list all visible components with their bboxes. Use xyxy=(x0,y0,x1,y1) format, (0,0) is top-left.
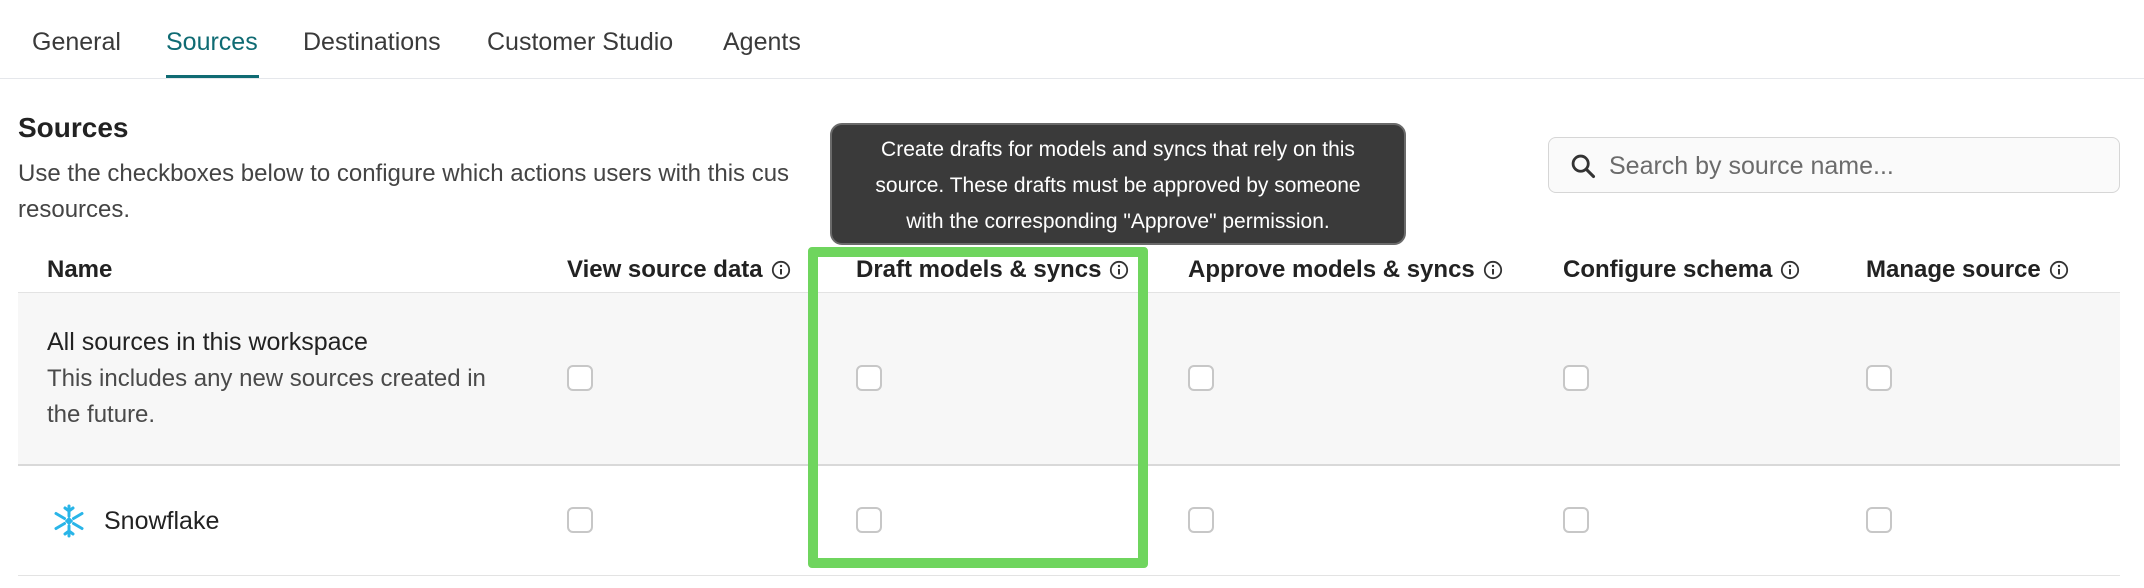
checkbox-configure-schema[interactable] xyxy=(1563,507,1589,533)
column-header-manage-source: Manage source xyxy=(1866,256,2069,284)
section-description: Use the checkboxes below to configure wh… xyxy=(18,156,838,228)
column-header-label: Name xyxy=(47,256,113,283)
tab-agents[interactable]: Agents xyxy=(723,28,801,57)
tooltip-line1: Create drafts for models and syncs that … xyxy=(881,138,1355,161)
checkbox-view-source-data[interactable] xyxy=(567,507,593,533)
active-tab-indicator xyxy=(166,75,259,78)
source-search[interactable] xyxy=(1548,137,2120,193)
column-header-label: Manage source xyxy=(1866,256,2041,283)
snowflake-icon xyxy=(54,504,84,538)
checkbox-approve-models-syncs[interactable] xyxy=(1188,507,1214,533)
table-header: Name View source data Draft models & syn… xyxy=(18,250,2120,293)
checkbox-manage-source[interactable] xyxy=(1866,365,1892,391)
column-header-name: Name xyxy=(47,256,112,284)
checkbox-manage-source[interactable] xyxy=(1866,507,1892,533)
section-description-line1: Use the checkboxes below to configure wh… xyxy=(18,160,790,187)
section-description-line2: resources. xyxy=(18,196,131,223)
row-subtitle: This includes any new sources created in… xyxy=(47,365,486,428)
checkbox-approve-models-syncs[interactable] xyxy=(1188,365,1214,391)
tooltip-line2: source. These drafts must be approved by… xyxy=(875,174,1361,197)
tab-customer-studio[interactable]: Customer Studio xyxy=(487,28,673,57)
tab-bar: General Sources Destinations Customer St… xyxy=(0,0,2144,79)
section-title: Sources xyxy=(18,112,129,143)
checkbox-draft-models-syncs[interactable] xyxy=(856,365,882,391)
column-header-view-source-data: View source data xyxy=(567,256,791,284)
info-icon[interactable] xyxy=(771,260,791,280)
tab-destinations[interactable]: Destinations xyxy=(303,28,441,57)
checkbox-configure-schema[interactable] xyxy=(1563,365,1589,391)
info-icon[interactable] xyxy=(1483,260,1503,280)
info-icon[interactable] xyxy=(1109,260,1129,280)
table-row: Snowflake xyxy=(18,466,2120,576)
row-title: Snowflake xyxy=(104,507,220,535)
tooltip-line3: with the corresponding "Approve" permiss… xyxy=(906,210,1330,233)
search-input[interactable] xyxy=(1607,146,2101,186)
info-icon[interactable] xyxy=(2049,260,2069,280)
checkbox-view-source-data[interactable] xyxy=(567,365,593,391)
column-header-draft-models-syncs: Draft models & syncs xyxy=(856,256,1129,284)
column-header-approve-models-syncs: Approve models & syncs xyxy=(1188,256,1503,284)
tab-general[interactable]: General xyxy=(32,28,121,57)
checkbox-draft-models-syncs[interactable] xyxy=(856,507,882,533)
info-tooltip: Create drafts for models and syncs that … xyxy=(830,123,1406,245)
column-header-label: Draft models & syncs xyxy=(856,256,1102,283)
column-header-label: Configure schema xyxy=(1563,256,1773,283)
column-header-configure-schema: Configure schema xyxy=(1563,256,1800,284)
tab-sources[interactable]: Sources xyxy=(166,28,258,57)
table-row: All sources in this workspace This inclu… xyxy=(18,293,2120,466)
search-icon xyxy=(1571,154,1596,179)
column-header-label: View source data xyxy=(567,256,763,283)
row-title: All sources in this workspace xyxy=(47,328,368,356)
column-header-label: Approve models & syncs xyxy=(1188,256,1475,283)
info-icon[interactable] xyxy=(1780,260,1800,280)
